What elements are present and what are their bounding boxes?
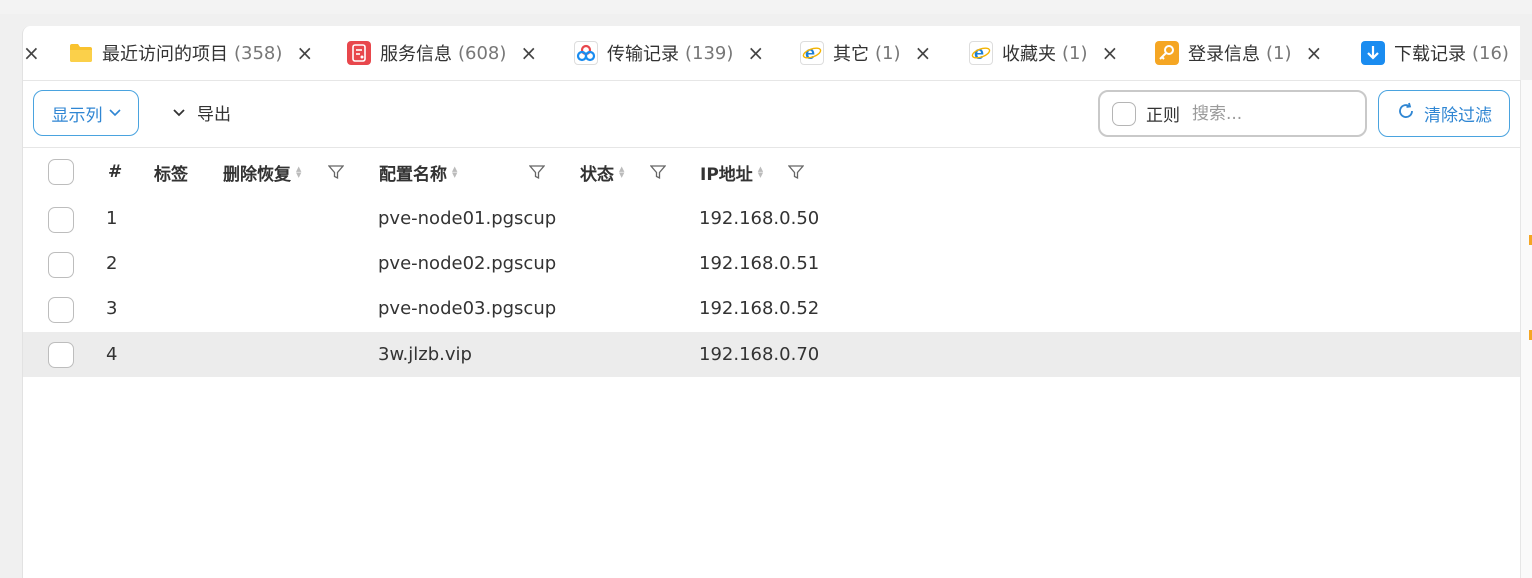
row-index: 4 xyxy=(106,344,118,365)
filter-icon[interactable] xyxy=(327,164,345,180)
row-index: 1 xyxy=(106,208,118,229)
tab-label: 下载记录 xyxy=(1394,44,1466,65)
table-row-selected[interactable]: 4 3w.jlzb.vip 192.168.0.70 xyxy=(23,332,1521,377)
row-config-name: pve-node01.pgscup xyxy=(378,208,557,229)
chevron-down-icon xyxy=(108,106,121,120)
show-columns-button[interactable]: 显示列 xyxy=(33,90,139,136)
tab-count: (1) xyxy=(1266,42,1292,64)
header-label: 状态 xyxy=(580,164,614,185)
close-icon[interactable]: × xyxy=(23,41,40,65)
sort-icon[interactable]: ▲ ▼ xyxy=(619,166,624,179)
tab-close-icon[interactable]: × xyxy=(520,41,537,65)
tab-label: 传输记录 xyxy=(607,44,679,65)
tab-label: 服务信息 xyxy=(380,44,452,65)
tab-label: 其它 xyxy=(833,44,869,65)
clear-filter-button[interactable]: 清除过滤 xyxy=(1378,90,1510,137)
regex-label: 正则 xyxy=(1146,106,1180,126)
folder-icon xyxy=(69,41,93,65)
tab-transfer-records[interactable]: 传输记录 (139) × xyxy=(574,26,764,80)
tab-count: (139) xyxy=(685,42,734,64)
filter-icon[interactable] xyxy=(528,164,546,180)
column-header-tag[interactable]: 标签 xyxy=(154,148,188,196)
tab-other[interactable]: e 其它 (1) × xyxy=(800,26,931,80)
tab-bar: × 最近访问的项目 (358) × 服务信息 (608) × 传输记录 (139… xyxy=(23,26,1521,81)
row-config-name: pve-node03.pgscup xyxy=(378,298,557,319)
table-header: # 标签 删除恢复 ▲ ▼ 配置名称 ▲ ▼ 状态 ▲ ▼ IP地址 ▲ ▼ xyxy=(23,148,1521,196)
left-gap xyxy=(0,14,22,578)
svg-text:e: e xyxy=(805,43,815,63)
tab-close-icon[interactable]: × xyxy=(915,41,932,65)
clear-filter-label: 清除过滤 xyxy=(1424,106,1492,126)
download-icon xyxy=(1361,41,1385,65)
column-header-delete-restore[interactable]: 删除恢复 ▲ ▼ xyxy=(223,148,301,196)
search-input[interactable] xyxy=(1190,102,1354,125)
table-row[interactable]: 1 pve-node01.pgscup 192.168.0.50 xyxy=(23,196,1521,241)
sort-icon[interactable]: ▲ ▼ xyxy=(296,166,301,179)
row-checkbox[interactable] xyxy=(48,342,74,368)
tab-close-icon[interactable]: × xyxy=(296,41,313,65)
tab-count: (1) xyxy=(875,42,901,64)
tab-label: 收藏夹 xyxy=(1002,44,1056,65)
row-ip: 192.168.0.70 xyxy=(699,344,820,365)
refresh-icon xyxy=(1396,101,1416,126)
sort-icon[interactable]: ▲ ▼ xyxy=(758,166,763,179)
column-header-status[interactable]: 状态 ▲ ▼ xyxy=(580,148,624,196)
search-box: 正则 xyxy=(1098,90,1367,137)
export-label: 导出 xyxy=(197,105,231,125)
sort-icon[interactable]: ▲ ▼ xyxy=(452,166,457,179)
filter-icon[interactable] xyxy=(649,164,667,180)
right-side-panel-edge xyxy=(1520,80,1532,578)
table-row[interactable]: 2 pve-node02.pgscup 192.168.0.51 xyxy=(23,241,1521,286)
column-header-ip[interactable]: IP地址 ▲ ▼ xyxy=(700,148,763,196)
tab-favorites[interactable]: e 收藏夹 (1) × xyxy=(969,26,1118,80)
row-checkbox[interactable] xyxy=(48,252,74,278)
tab-recent[interactable]: 最近访问的项目 (358) × xyxy=(69,26,313,80)
tab-count: (358) xyxy=(234,42,283,64)
row-index: 2 xyxy=(106,253,118,274)
key-icon xyxy=(1155,41,1179,65)
table-row[interactable]: 3 pve-node03.pgscup 192.168.0.52 xyxy=(23,286,1521,331)
tab-label: 最近访问的项目 xyxy=(102,44,228,65)
tab-count: (16) xyxy=(1472,42,1509,64)
ie-browser-icon: e xyxy=(800,41,824,65)
row-config-name: 3w.jlzb.vip xyxy=(378,344,472,365)
row-checkbox[interactable] xyxy=(48,297,74,323)
header-label: 删除恢复 xyxy=(223,164,291,185)
row-config-name: pve-node02.pgscup xyxy=(378,253,557,274)
tab-close-icon[interactable]: × xyxy=(1306,41,1323,65)
window-top-strip xyxy=(0,0,1532,14)
column-header-index: # xyxy=(108,162,123,182)
tab-login-info[interactable]: 登录信息 (1) × xyxy=(1155,26,1322,80)
service-doc-icon xyxy=(347,41,371,65)
row-ip: 192.168.0.52 xyxy=(699,298,820,319)
tab-close-icon[interactable]: × xyxy=(1102,41,1119,65)
chevron-down-icon xyxy=(173,106,185,120)
tab-count: (608) xyxy=(458,42,507,64)
header-label: IP地址 xyxy=(700,164,753,185)
export-button[interactable]: 导出 xyxy=(173,100,231,125)
tab-count: (1) xyxy=(1062,42,1088,64)
row-ip: 192.168.0.51 xyxy=(699,253,820,274)
tab-service-info[interactable]: 服务信息 (608) × xyxy=(347,26,537,80)
tab-close-icon[interactable]: × xyxy=(747,41,764,65)
filter-icon[interactable] xyxy=(787,164,805,180)
row-index: 3 xyxy=(106,298,118,319)
show-columns-label: 显示列 xyxy=(51,105,103,126)
tab-download-records[interactable]: 下载记录 (16) × xyxy=(1361,26,1521,80)
svg-text:e: e xyxy=(974,43,984,63)
transfer-icon xyxy=(574,41,598,65)
ie-browser-icon: e xyxy=(969,41,993,65)
column-header-config-name[interactable]: 配置名称 ▲ ▼ xyxy=(379,148,457,196)
header-label: 配置名称 xyxy=(379,164,447,185)
regex-checkbox[interactable] xyxy=(1112,101,1136,126)
app-window: × 最近访问的项目 (358) × 服务信息 (608) × 传输记录 (139… xyxy=(22,26,1521,578)
row-checkbox[interactable] xyxy=(48,207,74,233)
row-ip: 192.168.0.50 xyxy=(699,208,820,229)
select-all-checkbox[interactable] xyxy=(48,159,74,185)
tab-label: 登录信息 xyxy=(1188,44,1260,65)
